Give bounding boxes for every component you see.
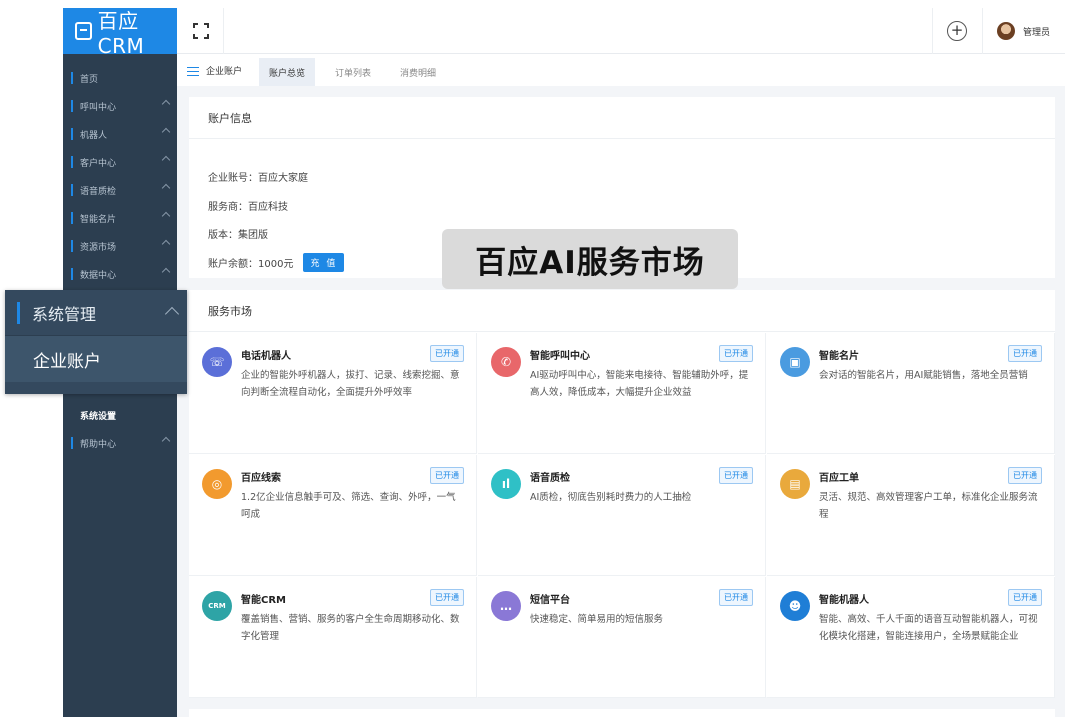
sidebar-item-system-management[interactable]: 系统管理 — [5, 290, 187, 336]
service-description: 灵活、规范、高效管理客户工单，标准化企业服务流程 — [819, 492, 1038, 520]
sidebar-item-help-center[interactable]: 帮助中心 — [63, 429, 177, 457]
divider — [223, 8, 224, 54]
sidebar-nav: 首页 呼叫中心 机器人 客户中心 语音质检 智能名片 资源市场 数据中心 — [63, 54, 177, 288]
sms-icon: … — [491, 591, 521, 621]
balance-row: 账户余额：1000元 充 值 — [208, 253, 345, 272]
service-grid: ☏ 电话机器人 已开通 企业的智能外呼机器人，拔打、记录、线索挖掘、意向判断全流程自动… — [189, 333, 1055, 698]
sidebar-item-smart-card[interactable]: 智能名片 — [63, 204, 177, 232]
chevron-up-icon — [161, 267, 171, 277]
status-badge: 已开通 — [719, 589, 753, 606]
status-badge: 已开通 — [719, 467, 753, 484]
service-description: 覆盖销售、营销、服务的客户全生命周期移动化、数字化管理 — [241, 614, 460, 642]
sidebar-item-home[interactable]: 首页 — [63, 64, 177, 92]
main-content: 账户信息 企业账号：百应大家庭 服务商：百应科技 版本：集团版 账户余额：100… — [177, 86, 1065, 717]
recharge-button[interactable]: 充 值 — [303, 253, 345, 272]
service-market-title: 服务市场 — [189, 290, 1055, 332]
service-tile[interactable]: ▤ 百应工单 已开通 灵活、规范、高效管理客户工单，标准化企业服务流程 — [767, 455, 1055, 576]
edition: 版本：集团版 — [208, 230, 268, 241]
service-tile[interactable]: ☏ 电话机器人 已开通 企业的智能外呼机器人，拔打、记录、线索挖掘、意向判断全流程自动… — [189, 333, 477, 454]
sidebar-item-enterprise-account[interactable]: 企业账户 — [5, 336, 187, 382]
sidebar-item-data-center[interactable]: 数据中心 — [63, 260, 177, 288]
chevron-up-icon — [164, 306, 180, 322]
chevron-up-icon — [161, 183, 171, 193]
voice-qc-icon: ıl — [491, 469, 521, 499]
zoomed-sidebar-overlay: 系统管理 企业账户 — [5, 290, 187, 394]
service-tile[interactable]: CRM 智能CRM 已开通 覆盖销售、营销、服务的客户全生命周期移动化、数字化管理 — [189, 577, 477, 698]
robot-icon: ☻ — [780, 591, 810, 621]
status-badge: 已开通 — [430, 589, 464, 606]
top-bar: + 管理员 — [177, 8, 1065, 54]
sidebar-item-voice-qc[interactable]: 语音质检 — [63, 176, 177, 204]
service-tile[interactable]: ✆ 智能呼叫中心 已开通 AI驱动呼叫中心，智能来电接待、智能辅助外呼，提高人效，降低… — [478, 333, 766, 454]
service-description: 智能、高效、千人千面的语音互动智能机器人，可视化模块化搭建，智能连接用户，全场景… — [819, 614, 1038, 642]
account-balance: 账户余额：1000元 — [208, 259, 294, 270]
logo-icon — [75, 22, 92, 40]
tab-order-list[interactable]: 订单列表 — [325, 58, 381, 86]
ticket-icon: ▤ — [780, 469, 810, 499]
chevron-up-icon — [161, 436, 171, 446]
sliders-icon — [187, 66, 199, 76]
status-badge: 已开通 — [430, 345, 464, 362]
sidebar-item-call-center[interactable]: 呼叫中心 — [63, 92, 177, 120]
chevron-up-icon — [161, 155, 171, 165]
service-tile[interactable]: ◎ 百应线索 已开通 1.2亿企业信息触手可及、筛选、查询、外呼，一气呵成 — [189, 455, 477, 576]
user-name[interactable]: 管理员 — [1023, 25, 1050, 38]
sidebar-item-system-settings[interactable]: 系统设置 — [63, 401, 177, 429]
phone-robot-icon: ☏ — [202, 347, 232, 377]
tab-consumption-detail[interactable]: 消费明细 — [390, 58, 446, 86]
sidebar-item-customer-center[interactable]: 客户中心 — [63, 148, 177, 176]
sidebar-item-resource-market[interactable]: 资源市场 — [63, 232, 177, 260]
tab-account-overview[interactable]: 账户总览 — [259, 58, 316, 86]
service-description: 快速稳定、简单易用的短信服务 — [530, 614, 664, 625]
status-badge: 已开通 — [430, 467, 464, 484]
card-icon: ▣ — [780, 347, 810, 377]
add-icon[interactable]: + — [947, 21, 967, 41]
service-tile[interactable]: … 短信平台 已开通 快速稳定、简单易用的短信服务 — [478, 577, 766, 698]
brand-title: 百应CRM — [97, 8, 145, 58]
status-badge: 已开通 — [1008, 345, 1042, 362]
status-badge: 已开通 — [1008, 589, 1042, 606]
fullscreen-icon[interactable] — [193, 23, 209, 39]
chevron-up-icon — [161, 127, 171, 137]
brand-logo[interactable]: 百应CRM — [63, 8, 177, 58]
service-tile[interactable]: ▣ 智能名片 已开通 会对话的智能名片，用AI赋能销售，落地全员营销 — [767, 333, 1055, 454]
chevron-up-icon — [161, 99, 171, 109]
call-center-icon: ✆ — [491, 347, 521, 377]
service-market-card: 服务市场 ☏ 电话机器人 已开通 企业的智能外呼机器人，拔打、记录、线索挖掘、意向判断… — [189, 290, 1055, 698]
chevron-up-icon — [161, 211, 171, 221]
service-description: AI驱动呼叫中心，智能来电接待、智能辅助外呼，提高人效，降低成本，大幅提升企业效… — [530, 370, 749, 398]
tabs-bar: 企业账户 账户总览 订单列表 消费明细 — [177, 55, 1065, 86]
sidebar-item-robot[interactable]: 机器人 — [63, 120, 177, 148]
crm-icon: CRM — [202, 591, 232, 621]
tab-group-label: 企业账户 — [187, 55, 242, 86]
avatar[interactable] — [997, 22, 1015, 40]
caption-banner: 百应AI服务市场 — [442, 229, 738, 289]
chevron-up-icon — [161, 239, 171, 249]
status-badge: 已开通 — [719, 345, 753, 362]
service-provider: 服务商：百应科技 — [208, 202, 288, 213]
service-description: AI质检，彻底告别耗时费力的人工抽检 — [530, 492, 692, 503]
service-description: 1.2亿企业信息触手可及、筛选、查询、外呼，一气呵成 — [241, 492, 456, 520]
service-tile[interactable]: ☻ 智能机器人 已开通 智能、高效、千人千面的语音互动智能机器人，可视化模块化搭建，智… — [767, 577, 1055, 698]
service-tile[interactable]: ıl 语音质检 已开通 AI质检，彻底告别耗时费力的人工抽检 — [478, 455, 766, 576]
next-card — [189, 709, 1055, 717]
service-description: 企业的智能外呼机器人，拔打、记录、线索挖掘、意向判断全流程自动化，全面提升外呼效… — [241, 370, 460, 398]
status-badge: 已开通 — [1008, 467, 1042, 484]
company-account: 企业账号：百应大家庭 — [208, 173, 308, 184]
service-description: 会对话的智能名片，用AI赋能销售，落地全员营销 — [819, 370, 1028, 381]
divider — [982, 8, 983, 54]
account-info-title: 账户信息 — [189, 97, 1055, 139]
leads-icon: ◎ — [202, 469, 232, 499]
divider — [932, 8, 933, 54]
